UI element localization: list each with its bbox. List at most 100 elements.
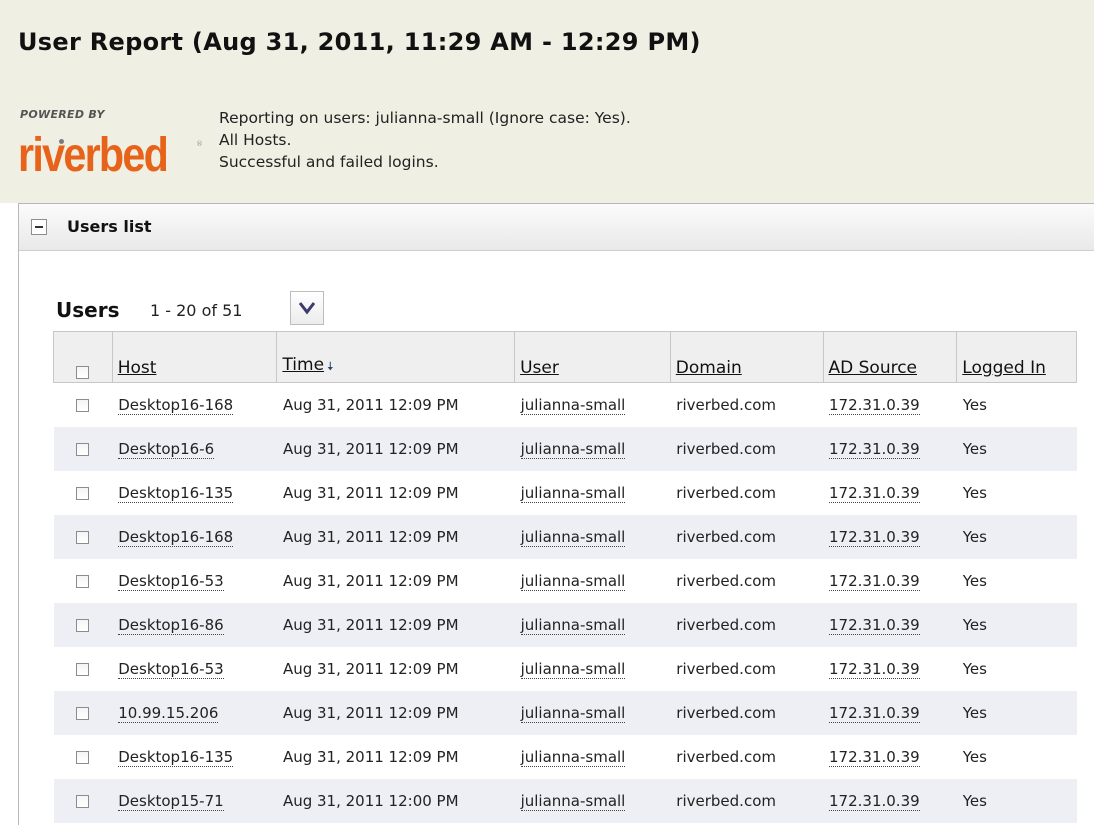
ad-source-link[interactable]: 172.31.0.39 <box>829 572 920 591</box>
host-cell: Desktop16-135 <box>112 735 277 779</box>
logged-in-cell: Yes <box>962 484 987 502</box>
ad-source-cell: 172.31.0.39 <box>823 427 957 471</box>
row-checkbox[interactable] <box>76 487 90 500</box>
column-ad-source-label[interactable]: AD Source <box>829 358 918 378</box>
row-select-cell <box>53 603 113 647</box>
ad-source-link[interactable]: 172.31.0.39 <box>829 440 920 459</box>
ad-source-link[interactable]: 172.31.0.39 <box>829 528 920 547</box>
row-checkbox[interactable] <box>76 399 90 412</box>
column-user-label[interactable]: User <box>520 358 559 378</box>
table-row: Desktop16-53 Aug 31, 2011 12:09 PM juliann… <box>54 647 1077 691</box>
domain-cell: riverbed.com <box>676 660 776 678</box>
user-cell: julianna-small <box>514 603 671 647</box>
host-link[interactable]: Desktop16-168 <box>118 396 234 415</box>
row-checkbox[interactable] <box>76 443 90 456</box>
row-select-cell <box>53 427 113 471</box>
table-header-row: Host Time 🠇 User Domain AD Source Logged … <box>53 331 1077 383</box>
chevron-down-icon <box>299 302 315 315</box>
user-link[interactable]: julianna-small <box>520 660 626 679</box>
row-checkbox[interactable] <box>76 795 90 808</box>
minus-icon[interactable] <box>31 219 47 235</box>
report-header: User Report (Aug 31, 2011, 11:29 AM - 12… <box>0 0 1094 203</box>
user-cell: julianna-small <box>514 515 671 559</box>
user-link[interactable]: julianna-small <box>520 396 626 415</box>
host-cell: Desktop16-6 <box>112 427 277 471</box>
domain-cell: riverbed.com <box>676 748 776 766</box>
table-row: Desktop16-86 Aug 31, 2011 12:09 PM juliann… <box>53 603 1077 647</box>
time-cell: Aug 31, 2011 12:09 PM <box>282 484 459 502</box>
domain-cell: riverbed.com <box>676 396 776 414</box>
host-link[interactable]: Desktop15-71 <box>118 792 224 811</box>
host-cell: Desktop16-53 <box>112 647 277 691</box>
column-header-ad-source[interactable]: AD Source <box>823 331 958 383</box>
column-host-label[interactable]: Host <box>118 358 157 378</box>
time-cell: Aug 31, 2011 12:09 PM <box>282 748 459 766</box>
row-checkbox[interactable] <box>76 707 90 720</box>
row-select-cell <box>54 383 113 428</box>
column-logged-in-label[interactable]: Logged In <box>962 358 1046 378</box>
time-cell: Aug 31, 2011 12:09 PM <box>276 515 515 559</box>
ad-source-cell: 172.31.0.39 <box>823 735 957 779</box>
ad-source-link[interactable]: 172.31.0.39 <box>829 748 920 767</box>
row-select-cell <box>53 515 113 559</box>
row-checkbox[interactable] <box>76 663 90 676</box>
table-row: 10.99.15.206 Aug 31, 2011 12:09 PM juliann… <box>53 691 1077 735</box>
powered-by-label: POWERED BY <box>20 108 105 121</box>
table-body: Desktop16-168 Aug 31, 2011 12:09 PM julian… <box>53 383 1077 823</box>
select-all-checkbox[interactable] <box>76 365 90 379</box>
user-link[interactable]: julianna-small <box>520 440 626 459</box>
host-link[interactable]: Desktop16-135 <box>118 748 234 767</box>
ad-source-link[interactable]: 172.31.0.39 <box>829 660 920 679</box>
column-header-domain[interactable]: Domain <box>670 331 824 383</box>
ad-source-link[interactable]: 172.31.0.39 <box>829 396 920 415</box>
ad-source-link[interactable]: 172.31.0.39 <box>829 616 920 635</box>
row-checkbox[interactable] <box>76 751 90 764</box>
ad-source-cell: 172.31.0.39 <box>823 603 957 647</box>
host-link[interactable]: Desktop16-53 <box>118 660 224 679</box>
time-cell: Aug 31, 2011 12:00 PM <box>276 779 515 823</box>
logged-in-cell: Yes <box>956 603 1077 647</box>
host-link[interactable]: Desktop16-168 <box>118 528 234 547</box>
host-link[interactable]: 10.99.15.206 <box>118 704 219 723</box>
user-cell: julianna-small <box>514 691 671 735</box>
column-header-logged-in[interactable]: Logged In <box>956 331 1077 383</box>
user-link[interactable]: julianna-small <box>520 704 626 723</box>
logo-dot-icon <box>59 139 64 144</box>
logged-in-cell: Yes <box>956 691 1077 735</box>
column-header-time[interactable]: Time 🠇 <box>276 331 516 383</box>
table-row: Desktop16-135 Aug 31, 2011 12:09 PM julian… <box>54 735 1077 779</box>
ad-source-cell: 172.31.0.39 <box>823 691 957 735</box>
host-link[interactable]: Desktop16-53 <box>118 572 224 591</box>
host-link[interactable]: Desktop16-6 <box>118 440 215 459</box>
time-cell: Aug 31, 2011 12:09 PM <box>276 603 515 647</box>
user-link[interactable]: julianna-small <box>520 572 626 591</box>
table-row: Desktop15-71 Aug 31, 2011 12:00 PM juliann… <box>53 779 1077 823</box>
column-time-label[interactable]: Time <box>282 355 324 375</box>
ad-source-link[interactable]: 172.31.0.39 <box>829 484 920 503</box>
user-link[interactable]: julianna-small <box>520 616 626 635</box>
page-title: User Report (Aug 31, 2011, 11:29 AM - 12… <box>18 28 701 56</box>
ad-source-link[interactable]: 172.31.0.39 <box>829 792 920 811</box>
user-link[interactable]: julianna-small <box>520 484 626 503</box>
user-link[interactable]: julianna-small <box>520 528 626 547</box>
user-link[interactable]: julianna-small <box>520 792 626 811</box>
host-link[interactable]: Desktop16-135 <box>118 484 234 503</box>
row-checkbox[interactable] <box>76 531 90 544</box>
domain-cell: riverbed.com <box>676 484 776 502</box>
panel-title: Users list <box>67 217 152 236</box>
column-header-host[interactable]: Host <box>112 331 278 383</box>
domain-cell: riverbed.com <box>670 779 823 823</box>
domain-cell: riverbed.com <box>670 603 823 647</box>
table-row: Desktop16-135 Aug 31, 2011 12:09 PM julian… <box>54 471 1077 515</box>
column-domain-label[interactable]: Domain <box>676 358 742 378</box>
report-criteria-logins: Successful and failed logins. <box>219 153 439 171</box>
host-link[interactable]: Desktop16-86 <box>118 616 224 635</box>
row-checkbox[interactable] <box>76 575 90 588</box>
row-select-cell <box>54 471 113 515</box>
row-checkbox[interactable] <box>76 619 90 632</box>
range-dropdown-button[interactable] <box>290 291 324 325</box>
user-link[interactable]: julianna-small <box>520 748 626 767</box>
column-header-user[interactable]: User <box>514 331 671 383</box>
ad-source-link[interactable]: 172.31.0.39 <box>829 704 920 723</box>
logged-in-cell: Yes <box>962 748 987 766</box>
